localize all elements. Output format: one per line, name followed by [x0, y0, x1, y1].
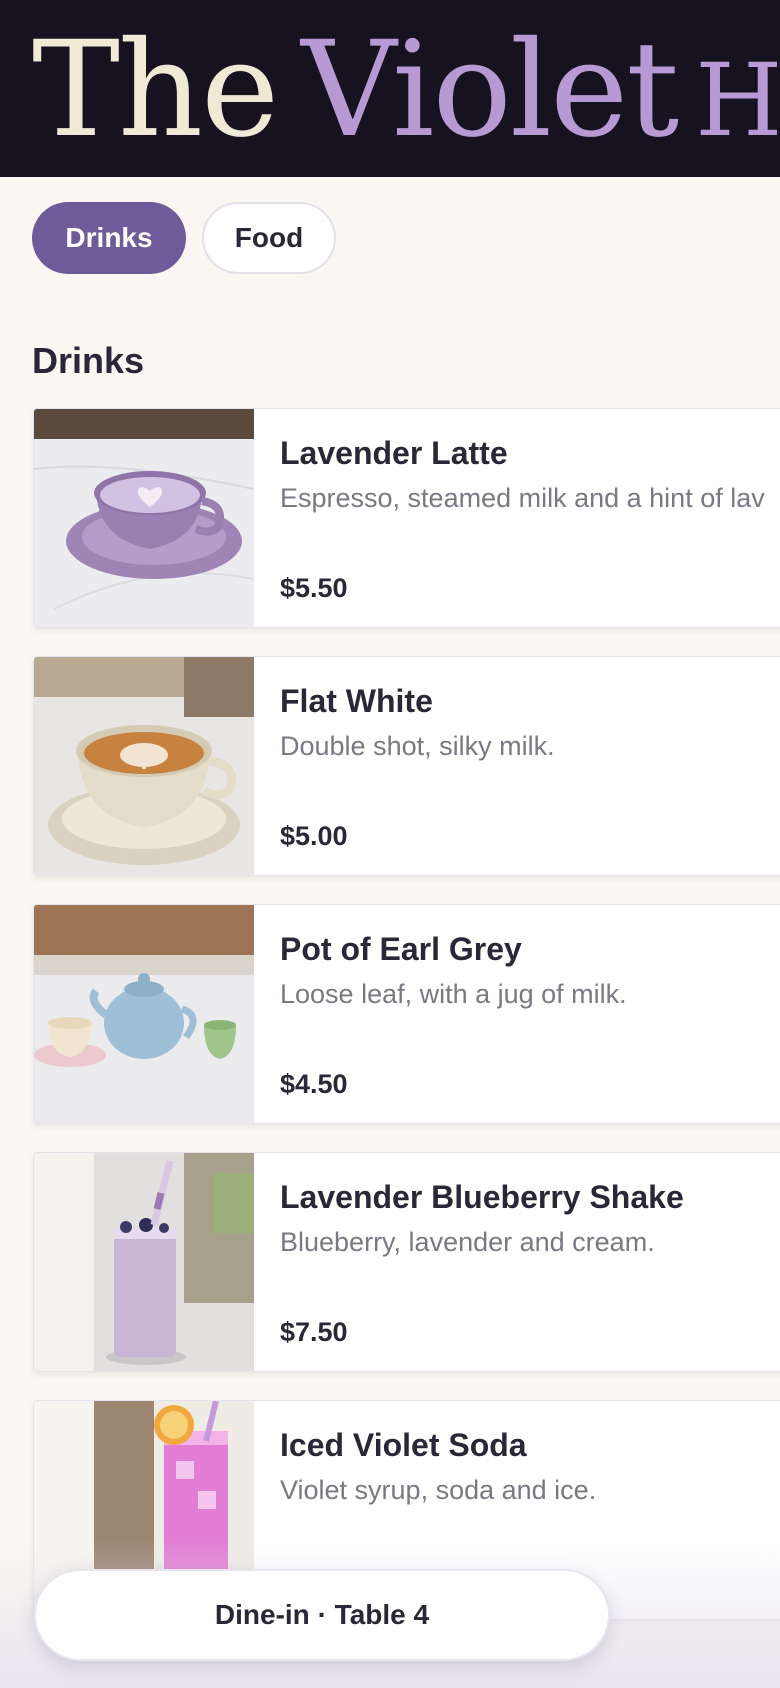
menu-item-earl-grey[interactable]: Pot of Earl Grey Loose leaf, with a jug …: [33, 904, 780, 1124]
earl-grey-teapot-image: [34, 905, 254, 1123]
item-description: Violet syrup, soda and ice.: [280, 1475, 597, 1505]
tab-food[interactable]: Food: [202, 202, 336, 274]
item-price: $4.50: [280, 1069, 348, 1099]
tab-drinks[interactable]: Drinks: [32, 202, 186, 274]
lavender-latte-image: [34, 409, 254, 627]
brand-word-3: HOU: [695, 42, 780, 159]
blueberry-shake-image: [34, 1153, 254, 1371]
item-price: $5.50: [280, 573, 348, 603]
brand-logo: TheVioletHOU: [32, 10, 780, 177]
item-price: $5.00: [280, 821, 348, 851]
menu-item-lavender-latte[interactable]: Lavender Latte Espresso, steamed milk an…: [33, 408, 780, 628]
flat-white-image: [34, 657, 254, 875]
item-name: Pot of Earl Grey: [280, 931, 522, 967]
dine-in-table-button[interactable]: Dine-in · Table 4: [34, 1569, 610, 1661]
item-description: Blueberry, lavender and cream.: [280, 1227, 655, 1257]
item-name: Iced Violet Soda: [280, 1427, 527, 1463]
menu-item-flat-white[interactable]: Flat White Double shot, silky milk. $5.0…: [33, 656, 780, 876]
item-description: Espresso, steamed milk and a hint of lav: [280, 483, 765, 513]
item-name: Lavender Latte: [280, 435, 508, 471]
item-description: Loose leaf, with a jug of milk.: [280, 979, 627, 1009]
item-name: Lavender Blueberry Shake: [280, 1179, 684, 1215]
menu-item-blueberry-shake[interactable]: Lavender Blueberry Shake Blueberry, lave…: [33, 1152, 780, 1372]
section-title: Drinks: [32, 340, 145, 381]
item-name: Flat White: [280, 683, 433, 719]
category-tabs: Drinks Food: [32, 202, 336, 274]
brand-word-1: The: [32, 13, 279, 167]
brand-word-2: Violet: [301, 13, 679, 167]
item-price: $7.50: [280, 1317, 348, 1347]
header-banner: TheVioletHOU: [0, 0, 780, 177]
item-description: Double shot, silky milk.: [280, 731, 555, 761]
